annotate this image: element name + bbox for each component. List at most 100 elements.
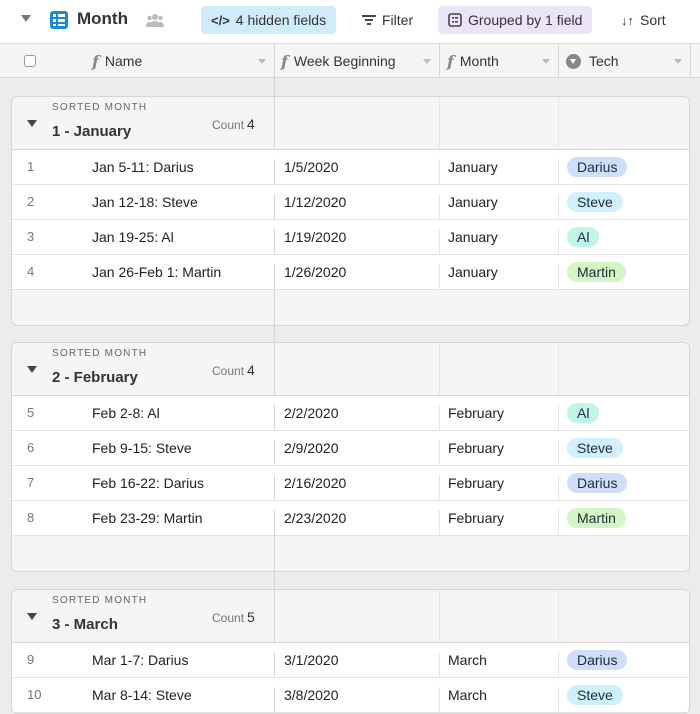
- column-header-row: f Name f Week Beginning f Month Tech: [0, 44, 700, 78]
- group-value: 3 - March: [52, 616, 118, 633]
- sort-icon: ↓↑: [621, 12, 634, 28]
- tech-pill[interactable]: Darius: [567, 650, 628, 670]
- count-label: Count: [212, 611, 245, 625]
- cell-week-beginning[interactable]: 3/1/2020: [284, 652, 339, 668]
- cell-week-beginning[interactable]: 1/12/2020: [284, 194, 346, 210]
- column-header-week-beginning[interactable]: f Week Beginning: [281, 44, 439, 78]
- table-row[interactable]: 5 Feb 2-8: Al 2/2/2020 February Al: [12, 396, 689, 431]
- cell-name[interactable]: Mar 1-7: Darius: [92, 652, 188, 668]
- cell-month[interactable]: March: [448, 687, 487, 703]
- group-icon: [448, 13, 462, 27]
- column-label: Name: [104, 53, 143, 69]
- row-number: 4: [27, 264, 35, 279]
- cell-name[interactable]: Feb 23-29: Martin: [92, 510, 203, 526]
- cell-name[interactable]: Feb 16-22: Darius: [92, 475, 204, 491]
- sort-label: Sort: [640, 12, 666, 28]
- cell-week-beginning[interactable]: 2/9/2020: [284, 440, 339, 456]
- cell-month[interactable]: January: [448, 159, 498, 175]
- cell-month[interactable]: January: [448, 194, 498, 210]
- tech-pill[interactable]: Steve: [567, 438, 623, 458]
- group-value: 2 - February: [52, 369, 138, 386]
- hide-fields-icon: </>: [211, 12, 230, 28]
- tech-pill[interactable]: Al: [567, 227, 600, 247]
- group-button[interactable]: Grouped by 1 field: [438, 6, 593, 34]
- row-number: 1: [27, 159, 35, 174]
- column-header-month[interactable]: f Month: [447, 44, 558, 78]
- column-header-name[interactable]: f Name: [92, 44, 274, 78]
- single-select-icon: [566, 53, 581, 69]
- cell-month[interactable]: February: [448, 475, 504, 491]
- group-count: Count 5: [212, 609, 255, 625]
- tech-pill[interactable]: Martin: [567, 262, 626, 282]
- record-group: SORTED MONTH 3 - March Count 5 9 Mar 1-7: Dar…: [11, 589, 690, 714]
- tech-pill[interactable]: Darius: [567, 157, 628, 177]
- tech-pill[interactable]: Steve: [567, 685, 623, 705]
- cell-week-beginning[interactable]: 2/16/2020: [284, 475, 346, 491]
- chevron-down-icon[interactable]: [674, 59, 682, 64]
- collaborators-icon[interactable]: [146, 12, 164, 28]
- cell-month[interactable]: February: [448, 510, 504, 526]
- view-toolbar: Month </> 4 hidden fields Filter Grouped…: [0, 0, 700, 44]
- chevron-down-icon[interactable]: [542, 59, 550, 64]
- table-row[interactable]: 2 Jan 12-18: Steve 1/12/2020 January Steve: [12, 185, 689, 220]
- filter-button[interactable]: Filter: [352, 6, 423, 34]
- cell-week-beginning[interactable]: 2/2/2020: [284, 405, 339, 421]
- tech-pill[interactable]: Al: [567, 403, 600, 423]
- group-header[interactable]: SORTED MONTH 1 - January Count 4: [12, 97, 689, 150]
- cell-month[interactable]: February: [448, 405, 504, 421]
- formula-icon: f: [92, 51, 99, 71]
- column-header-tech[interactable]: Tech: [566, 44, 690, 78]
- record-group: SORTED MONTH 1 - January Count 4 1 Jan 5-11: …: [11, 96, 690, 326]
- count-value: 4: [247, 116, 255, 132]
- table-row[interactable]: 8 Feb 23-29: Martin 2/23/2020 February Marti…: [12, 501, 689, 536]
- table-row[interactable]: 10 Mar 8-14: Steve 3/8/2020 March Steve: [12, 678, 689, 713]
- view-name[interactable]: Month: [77, 9, 128, 29]
- grouped-label: Grouped by 1 field: [468, 12, 583, 28]
- chevron-down-icon[interactable]: [258, 59, 266, 64]
- cell-week-beginning[interactable]: 2/23/2020: [284, 510, 346, 526]
- cell-week-beginning[interactable]: 1/26/2020: [284, 264, 346, 280]
- table-row[interactable]: 6 Feb 9-15: Steve 2/9/2020 February Steve: [12, 431, 689, 466]
- hidden-fields-button[interactable]: </> 4 hidden fields: [201, 6, 337, 34]
- cell-month[interactable]: January: [448, 264, 498, 280]
- formula-icon: f: [447, 51, 454, 71]
- cell-name[interactable]: Jan 26-Feb 1: Martin: [92, 264, 221, 280]
- table-row[interactable]: 4 Jan 26-Feb 1: Martin 1/26/2020 January Mar…: [12, 255, 689, 290]
- row-number: 6: [27, 440, 35, 455]
- filter-icon: [362, 15, 376, 25]
- grid-view-icon: [50, 11, 68, 29]
- tech-pill[interactable]: Martin: [567, 508, 626, 528]
- chevron-down-icon[interactable]: [423, 59, 431, 64]
- collapse-caret-icon[interactable]: [27, 366, 37, 373]
- cell-name[interactable]: Feb 9-15: Steve: [92, 440, 192, 456]
- cell-week-beginning[interactable]: 1/5/2020: [284, 159, 339, 175]
- tech-pill[interactable]: Steve: [567, 192, 623, 212]
- select-all-checkbox[interactable]: [24, 55, 36, 67]
- row-number: 9: [27, 652, 35, 667]
- cell-week-beginning[interactable]: 1/19/2020: [284, 229, 346, 245]
- group-header[interactable]: SORTED MONTH 2 - February Count 4: [12, 343, 689, 396]
- group-field-label: SORTED MONTH: [52, 595, 148, 606]
- cell-name[interactable]: Mar 8-14: Steve: [92, 687, 192, 703]
- collapse-caret-icon[interactable]: [27, 613, 37, 620]
- table-row[interactable]: 7 Feb 16-22: Darius 2/16/2020 February Dariu…: [12, 466, 689, 501]
- record-group: SORTED MONTH 2 - February Count 4 5 Feb 2-8: …: [11, 342, 690, 572]
- cell-name[interactable]: Jan 19-25: Al: [92, 229, 174, 245]
- cell-month[interactable]: January: [448, 229, 498, 245]
- row-number: 5: [27, 405, 35, 420]
- group-header[interactable]: SORTED MONTH 3 - March Count 5: [12, 590, 689, 643]
- cell-name[interactable]: Jan 5-11: Darius: [92, 159, 194, 175]
- view-menu-caret-icon[interactable]: [21, 15, 31, 22]
- cell-month[interactable]: March: [448, 652, 487, 668]
- tech-pill[interactable]: Darius: [567, 473, 628, 493]
- sort-button[interactable]: ↓↑ Sort: [611, 6, 676, 34]
- table-row[interactable]: 9 Mar 1-7: Darius 3/1/2020 March Darius: [12, 643, 689, 678]
- cell-name[interactable]: Feb 2-8: Al: [92, 405, 160, 421]
- cell-week-beginning[interactable]: 3/8/2020: [284, 687, 339, 703]
- collapse-caret-icon[interactable]: [27, 120, 37, 127]
- cell-name[interactable]: Jan 12-18: Steve: [92, 194, 198, 210]
- cell-month[interactable]: February: [448, 440, 504, 456]
- table-row[interactable]: 3 Jan 19-25: Al 1/19/2020 January Al: [12, 220, 689, 255]
- group-field-label: SORTED MONTH: [52, 102, 148, 113]
- table-row[interactable]: 1 Jan 5-11: Darius 1/5/2020 January Darius: [12, 150, 689, 185]
